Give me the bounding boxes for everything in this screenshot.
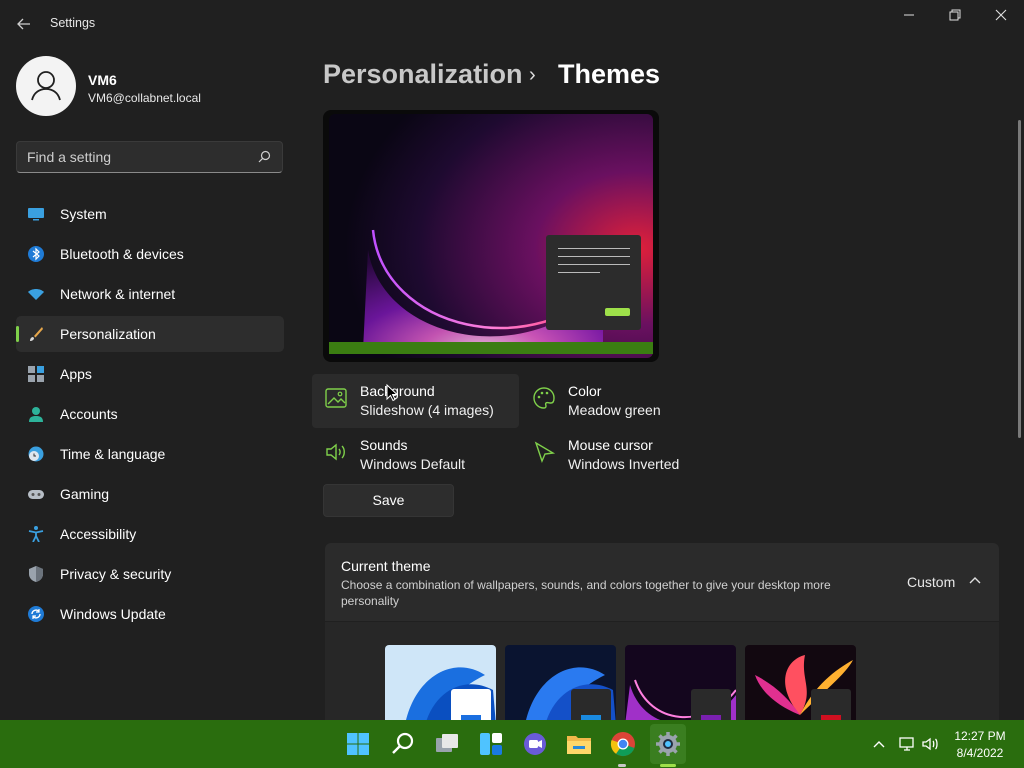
search-icon[interactable] [387, 728, 419, 760]
sidebar-item-label: Windows Update [60, 606, 166, 622]
chrome-icon[interactable] [607, 728, 639, 760]
network-icon[interactable] [898, 735, 916, 753]
taskbar: 12:27 PM 8/4/2022 [0, 720, 1024, 768]
apps-icon [28, 366, 44, 382]
sounds-title: Sounds [360, 437, 408, 453]
mouse-pointer-icon [386, 384, 398, 402]
active-indicator [16, 326, 19, 342]
sidebar-item-label: System [60, 206, 107, 222]
sidebar-item-label: Time & language [60, 446, 166, 462]
sidebar-item-network[interactable]: Network & internet [16, 276, 284, 312]
color-value: Meadow green [568, 402, 661, 418]
current-theme-value: Custom [907, 574, 956, 590]
search-input[interactable] [27, 142, 247, 172]
volume-icon[interactable] [921, 735, 939, 753]
theme-thumbnail[interactable] [385, 645, 496, 725]
update-icon [28, 606, 44, 622]
sidebar-item-bluetooth[interactable]: Bluetooth & devices [16, 236, 284, 272]
theme-thumbnail[interactable] [745, 645, 856, 725]
minimize-icon[interactable] [886, 0, 932, 32]
restore-icon[interactable] [932, 0, 978, 32]
paintbrush-icon [30, 327, 43, 341]
window-title: Settings [50, 16, 96, 30]
search-box[interactable] [16, 141, 283, 173]
sidebar-item-personalization[interactable]: Personalization [16, 316, 284, 352]
chevron-up-icon[interactable] [967, 573, 983, 589]
sidebar-item-label: Accessibility [60, 526, 137, 542]
sidebar-item-time-language[interactable]: Time & language [16, 436, 284, 472]
task-view-icon[interactable] [431, 728, 463, 760]
bluetooth-icon [28, 246, 44, 262]
user-icon [31, 71, 61, 101]
wifi-icon [28, 289, 44, 300]
current-theme-card[interactable]: Current theme Choose a combination of wa… [325, 543, 999, 621]
sidebar-item-label: Apps [60, 366, 92, 382]
widgets-icon[interactable] [475, 728, 507, 760]
theme-thumbnail-image [385, 645, 496, 725]
color-option[interactable]: Color Meadow green [520, 374, 727, 428]
breadcrumb-parent[interactable]: Personalization [323, 59, 523, 90]
speaker-icon [326, 443, 345, 461]
save-button[interactable]: Save [323, 484, 454, 517]
person-icon [29, 407, 43, 422]
scrollbar[interactable] [1018, 120, 1021, 438]
sidebar-item-gaming[interactable]: Gaming [16, 476, 284, 512]
palette-icon [533, 387, 555, 409]
shield-icon [29, 566, 43, 582]
cursor-icon [534, 441, 556, 463]
gamepad-icon [28, 490, 44, 499]
theme-thumbnail-image [745, 645, 856, 725]
sidebar-item-label: Privacy & security [60, 566, 172, 582]
monitor-icon [28, 208, 44, 221]
title-bar: Settings [0, 0, 1024, 44]
background-option[interactable]: Background Slideshow (4 images) [312, 374, 519, 428]
active-indicator [660, 764, 676, 767]
sounds-option[interactable]: Sounds Windows Default [312, 428, 519, 482]
background-value: Slideshow (4 images) [360, 402, 494, 418]
theme-thumbnail-image [625, 645, 736, 725]
close-icon[interactable] [978, 0, 1024, 32]
theme-thumbnail-image [505, 645, 616, 725]
chat-icon[interactable] [519, 728, 551, 760]
breadcrumb-separator: › [529, 64, 536, 86]
mouse-cursor-title: Mouse cursor [568, 437, 653, 453]
sidebar-item-label: Gaming [60, 486, 110, 502]
color-title: Color [568, 383, 602, 399]
sidebar-item-system[interactable]: System [16, 196, 284, 232]
current-theme-description: Choose a combination of wallpapers, soun… [341, 578, 831, 608]
clock-time[interactable]: 12:27 PM [940, 729, 1020, 743]
sidebar-item-accessibility[interactable]: Accessibility [16, 516, 284, 552]
file-explorer-icon[interactable] [563, 728, 595, 760]
chevron-up-icon[interactable] [871, 736, 887, 752]
settings-icon[interactable] [652, 728, 684, 760]
sidebar-item-apps[interactable]: Apps [16, 356, 284, 392]
mouse-cursor-option[interactable]: Mouse cursor Windows Inverted [520, 428, 727, 482]
theme-preview [323, 110, 659, 362]
clock-date[interactable]: 8/4/2022 [940, 746, 1020, 760]
accessibility-icon [28, 526, 44, 542]
sidebar-item-accounts[interactable]: Accounts [16, 396, 284, 432]
sidebar-item-privacy[interactable]: Privacy & security [16, 556, 284, 592]
user-email: VM6@collabnet.local [88, 91, 201, 105]
wallpaper-preview-image [329, 114, 653, 358]
sidebar-item-label: Network & internet [60, 286, 176, 302]
theme-thumbnail[interactable] [625, 645, 736, 725]
avatar[interactable] [16, 56, 76, 116]
current-theme-title: Current theme [341, 558, 431, 574]
user-name: VM6 [88, 72, 117, 88]
sidebar-item-label: Bluetooth & devices [60, 246, 184, 262]
start-icon[interactable] [342, 728, 374, 760]
sounds-value: Windows Default [360, 456, 466, 472]
mouse-cursor-value: Windows Inverted [568, 456, 680, 472]
theme-thumbnail[interactable] [505, 645, 616, 725]
globe-clock-icon [28, 446, 44, 462]
sidebar-item-label: Accounts [60, 406, 118, 422]
back-arrow-icon[interactable] [12, 12, 36, 36]
search-icon[interactable] [256, 149, 272, 165]
image-icon [325, 388, 347, 408]
sidebar-item-label: Personalization [60, 326, 156, 342]
sidebar-item-windows-update[interactable]: Windows Update [16, 596, 284, 632]
page-title: Themes [558, 59, 661, 89]
running-indicator [618, 764, 626, 767]
